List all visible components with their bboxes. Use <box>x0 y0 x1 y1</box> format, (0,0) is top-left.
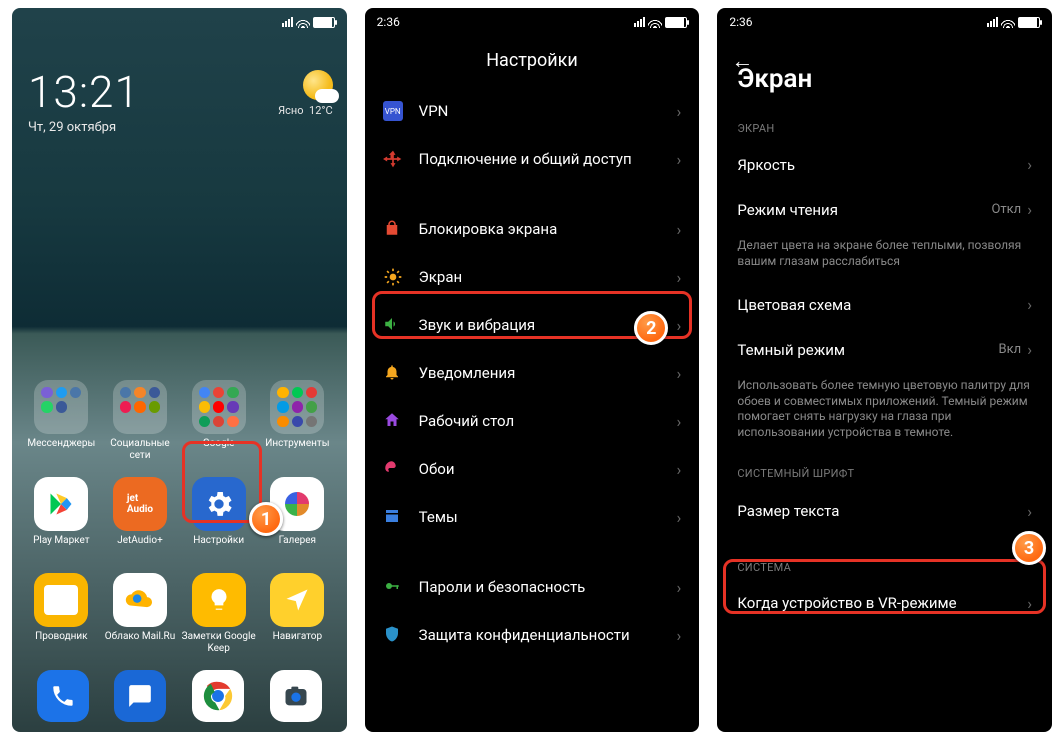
row-lock-screen[interactable]: Блокировка экрана › <box>365 205 700 253</box>
row-display[interactable]: Экран › <box>365 253 700 301</box>
chevron-right-icon: › <box>1027 340 1032 359</box>
app-google-keep[interactable]: Заметки Google Keep <box>179 573 258 654</box>
row-brightness[interactable]: Яркость › <box>717 141 1052 188</box>
callout-3: 3 <box>1012 531 1046 565</box>
callout-1: 1 <box>249 502 283 536</box>
sound-icon <box>383 315 403 335</box>
chevron-right-icon: › <box>677 102 682 121</box>
row-connection-share[interactable]: Подключение и общий доступ › <box>365 135 700 183</box>
dark-mode-value: Вкл <box>999 342 1022 357</box>
clock-date: Чт, 29 октября <box>28 120 331 135</box>
brightness-icon <box>383 267 403 287</box>
settings-list[interactable]: VPN VPN › Подключение и общий доступ › Б… <box>365 87 700 732</box>
chevron-right-icon: › <box>677 412 682 431</box>
status-bar <box>12 8 347 36</box>
phone-home-screen: 13:21 Чт, 29 октября Ясно 12°C Мессендже… <box>12 8 347 732</box>
app-jetaudio[interactable]: jetAudio JetAudio+ <box>101 477 180 557</box>
chevron-right-icon: › <box>677 626 682 645</box>
row-vpn[interactable]: VPN VPN › <box>365 87 700 135</box>
wifi-icon <box>296 14 310 31</box>
weather-temp: 12°C <box>309 104 333 117</box>
vpn-icon: VPN <box>383 101 403 121</box>
battery-icon <box>313 17 335 28</box>
shield-icon <box>383 625 403 645</box>
page-title: Настройки <box>365 36 700 87</box>
themes-icon <box>383 507 403 527</box>
signal-icon <box>987 17 998 27</box>
row-color-scheme[interactable]: Цветовая схема › <box>717 281 1052 328</box>
chevron-right-icon: › <box>677 508 682 527</box>
chevron-right-icon: › <box>677 220 682 239</box>
chevron-right-icon: › <box>677 364 682 383</box>
page-title: Экран <box>717 58 1052 108</box>
phone-display-screen: 2:36 ← Экран ЭКРАН Яркость › Режим чтени… <box>717 8 1052 732</box>
row-themes[interactable]: Темы › <box>365 493 700 541</box>
wifi-icon <box>648 14 662 31</box>
home-icon <box>383 411 403 431</box>
app-grid: Мессенджеры Социальные сети Google Инстр… <box>12 380 347 654</box>
chevron-right-icon: › <box>677 268 682 287</box>
chevron-right-icon: › <box>677 316 682 335</box>
section-screen: ЭКРАН <box>717 108 1052 141</box>
row-dark-mode[interactable]: Темный режим Вкл › Использовать более те… <box>717 328 1052 452</box>
key-icon <box>383 577 403 597</box>
row-home-screen[interactable]: Рабочий стол › <box>365 397 700 445</box>
chevron-right-icon: › <box>1027 502 1032 521</box>
app-file-explorer[interactable]: Проводник <box>22 573 101 654</box>
lock-icon <box>383 219 403 239</box>
signal-icon <box>282 17 293 27</box>
dock-camera[interactable] <box>270 670 322 722</box>
section-system-font: СИСТЕМНЫЙ ШРИФТ <box>717 453 1052 486</box>
dock-messages[interactable] <box>114 670 166 722</box>
battery-icon <box>1018 17 1040 28</box>
status-time: 2:36 <box>729 15 752 29</box>
row-vr-mode[interactable]: Когда устройство в VR-режиме › <box>717 580 1052 627</box>
bell-icon <box>383 363 403 383</box>
app-settings[interactable]: Настройки <box>179 477 258 557</box>
share-icon <box>383 149 403 169</box>
row-text-size[interactable]: Размер текста › <box>717 486 1052 537</box>
folder-tools[interactable]: Инструменты <box>258 380 337 461</box>
folder-messengers[interactable]: Мессенджеры <box>22 380 101 461</box>
wifi-icon <box>1001 14 1015 31</box>
weather-icon <box>303 70 333 100</box>
app-play-market[interactable]: Play Маркет <box>22 477 101 557</box>
row-passwords-security[interactable]: Пароли и безопасность › <box>365 563 700 611</box>
folder-social[interactable]: Социальные сети <box>101 380 180 461</box>
status-bar: 2:36 <box>717 8 1052 36</box>
row-wallpaper[interactable]: Обои › <box>365 445 700 493</box>
back-button[interactable]: ← <box>731 48 753 74</box>
app-mailru-cloud[interactable]: Облако Mail.Ru <box>101 573 180 654</box>
section-system: СИСТЕМА <box>717 537 1052 580</box>
phone-settings-screen: 2:36 Настройки VPN VPN › Подключение и о… <box>365 8 700 732</box>
status-bar: 2:36 <box>365 8 700 36</box>
dock-phone[interactable] <box>37 670 89 722</box>
app-navigator[interactable]: Навигатор <box>258 573 337 654</box>
chevron-right-icon: › <box>677 578 682 597</box>
folder-google[interactable]: Google <box>179 380 258 461</box>
row-reading-mode[interactable]: Режим чтения Откл › Делает цвета на экра… <box>717 188 1052 281</box>
wallpaper-icon <box>383 459 403 479</box>
chevron-right-icon: › <box>1027 594 1032 613</box>
reading-mode-value: Откл <box>991 202 1021 217</box>
dock <box>12 670 347 722</box>
row-notifications[interactable]: Уведомления › <box>365 349 700 397</box>
weather-cond: Ясно <box>278 104 303 117</box>
chevron-right-icon: › <box>677 460 682 479</box>
signal-icon <box>634 17 645 27</box>
dock-chrome[interactable] <box>192 670 244 722</box>
weather-widget[interactable]: Ясно 12°C <box>278 70 333 117</box>
status-time: 2:36 <box>377 15 400 29</box>
chevron-right-icon: › <box>1027 295 1032 314</box>
chevron-right-icon: › <box>1027 200 1032 219</box>
chevron-right-icon: › <box>1027 155 1032 174</box>
battery-icon <box>665 17 687 28</box>
chevron-right-icon: › <box>677 150 682 169</box>
row-privacy[interactable]: Защита конфиденциальности › <box>365 611 700 659</box>
